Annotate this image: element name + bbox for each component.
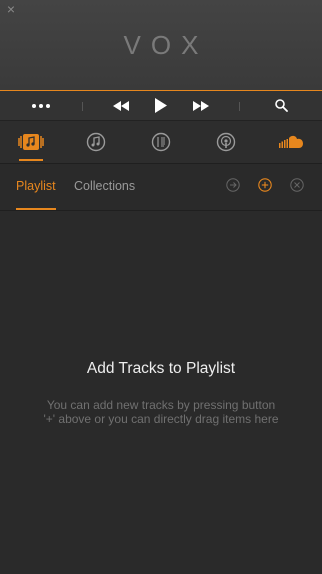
- more-button[interactable]: [26, 91, 56, 120]
- empty-state-title: Add Tracks to Playlist: [86, 360, 236, 377]
- podcast-icon: [216, 132, 236, 152]
- tab-playlist[interactable]: Playlist: [16, 179, 56, 193]
- app-logo: VOX: [123, 30, 209, 60]
- play-icon: [155, 98, 167, 113]
- radio-icon: [151, 132, 171, 152]
- source-library[interactable]: [13, 121, 49, 163]
- transport-bar: [0, 91, 322, 121]
- add-circle-icon[interactable]: [258, 178, 272, 192]
- title-bar: × VOX: [0, 0, 322, 90]
- empty-state-description: You can add new tracks by pressing butto…: [43, 398, 279, 426]
- more-icon-dot: [46, 103, 50, 108]
- forward-circle-icon[interactable]: [226, 178, 240, 192]
- close-button[interactable]: ×: [4, 2, 18, 16]
- separator: [82, 102, 83, 111]
- play-button[interactable]: [148, 91, 174, 120]
- search-icon: [274, 99, 288, 112]
- playlist-tabs: Playlist Collections: [0, 164, 322, 211]
- source-radio[interactable]: [143, 121, 179, 163]
- remove-circle-icon[interactable]: [290, 178, 304, 192]
- previous-icon: [113, 100, 129, 111]
- vox-window: × VOX Playlist Collections Add Tracks to…: [0, 0, 322, 574]
- source-podcasts[interactable]: [208, 121, 244, 163]
- source-soundcloud[interactable]: [273, 121, 309, 163]
- source-itunes[interactable]: [78, 121, 114, 163]
- source-tabs: [0, 121, 322, 164]
- active-tab-indicator: [16, 208, 56, 210]
- soundcloud-icon: [279, 135, 303, 148]
- previous-button[interactable]: [108, 91, 134, 120]
- separator: [239, 102, 240, 111]
- library-icon: [18, 134, 44, 150]
- next-icon: [193, 100, 209, 111]
- more-icon: [32, 103, 36, 108]
- tab-collections[interactable]: Collections: [74, 179, 135, 193]
- search-button[interactable]: [268, 91, 294, 120]
- next-button[interactable]: [188, 91, 214, 120]
- itunes-music-icon: [86, 132, 106, 152]
- more-icon-dot: [39, 103, 43, 108]
